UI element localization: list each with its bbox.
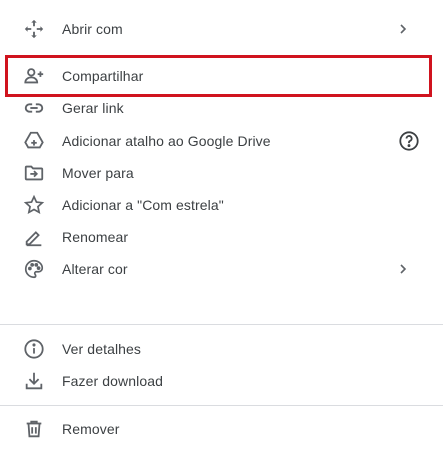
menu-item-renomear[interactable]: Renomear: [0, 221, 443, 253]
menu-divider: [0, 324, 443, 325]
trash-icon: [22, 417, 46, 441]
menu-item-label: Fazer download: [62, 373, 164, 389]
menu-item-label: Mover para: [62, 165, 134, 181]
context-menu: Abrir com Compartilhar Gerar link Adicio…: [0, 0, 443, 463]
menu-item-label: Gerar link: [62, 100, 124, 116]
star-icon: [22, 193, 46, 217]
pencil-icon: [22, 225, 46, 249]
chevron-right-icon: [397, 263, 409, 275]
menu-item-remover[interactable]: Remover: [0, 413, 443, 445]
menu-item-alterar-cor[interactable]: Alterar cor: [0, 253, 443, 285]
menu-item-label: Remover: [62, 421, 120, 437]
link-icon: [22, 96, 46, 120]
menu-item-label: Adicionar a "Com estrela": [62, 197, 224, 213]
menu-item-label: Renomear: [62, 229, 129, 245]
help-circle-icon[interactable]: [398, 130, 420, 152]
menu-item-label: Adicionar atalho ao Google Drive: [62, 133, 271, 149]
move-arrows-icon: [22, 17, 46, 41]
info-icon: [22, 337, 46, 361]
drive-shortcut-icon: [22, 129, 46, 153]
menu-item-label: Alterar cor: [62, 261, 128, 277]
menu-item-mover-para[interactable]: Mover para: [0, 157, 443, 189]
menu-item-label: Abrir com: [62, 21, 123, 37]
menu-item-com-estrela[interactable]: Adicionar a "Com estrela": [0, 189, 443, 221]
menu-item-fazer-download[interactable]: Fazer download: [0, 365, 443, 397]
menu-item-abrir-com[interactable]: Abrir com: [0, 13, 443, 45]
person-add-icon: [22, 64, 46, 88]
menu-item-label: Compartilhar: [62, 68, 144, 84]
folder-move-icon: [22, 161, 46, 185]
menu-item-compartilhar[interactable]: Compartilhar: [0, 60, 443, 92]
menu-item-label: Ver detalhes: [62, 341, 142, 357]
palette-icon: [22, 257, 46, 281]
download-icon: [22, 369, 46, 393]
menu-divider: [0, 405, 443, 406]
chevron-right-icon: [397, 23, 409, 35]
menu-item-gerar-link[interactable]: Gerar link: [0, 92, 443, 124]
menu-item-adicionar-atalho[interactable]: Adicionar atalho ao Google Drive: [0, 125, 443, 157]
menu-item-ver-detalhes[interactable]: Ver detalhes: [0, 333, 443, 365]
